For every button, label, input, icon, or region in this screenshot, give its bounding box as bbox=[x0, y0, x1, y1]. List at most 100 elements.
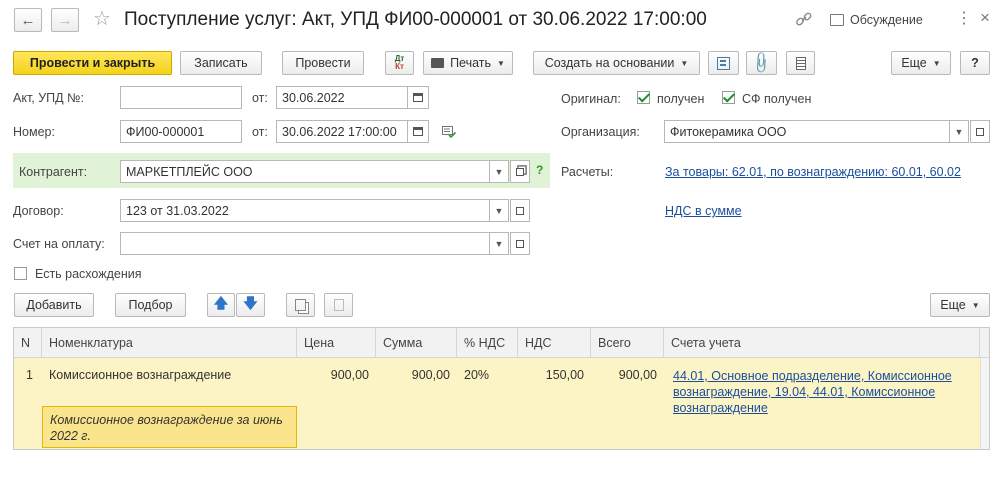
chevron-down-icon: ▼ bbox=[494, 205, 504, 216]
table-header: N Номенклатура Цена Сумма % НДС НДС Всег… bbox=[14, 328, 989, 358]
help-button[interactable]: ? bbox=[960, 51, 990, 75]
settlements-label: Расчеты: bbox=[561, 165, 614, 179]
contract-label: Договор: bbox=[13, 204, 64, 218]
column-header-n[interactable]: N bbox=[14, 328, 42, 358]
paste-icon bbox=[333, 299, 344, 311]
discrepancy-checkbox[interactable] bbox=[14, 267, 27, 280]
invoice-input[interactable] bbox=[120, 232, 490, 255]
open-window-icon bbox=[516, 239, 524, 248]
close-icon[interactable]: × bbox=[980, 9, 990, 27]
print-button[interactable]: Печать ▼ bbox=[423, 51, 513, 75]
move-up-button[interactable]: 🡅 bbox=[207, 293, 235, 317]
post-button[interactable]: Провести bbox=[282, 51, 364, 75]
document-icon bbox=[795, 56, 806, 70]
create-based-on-button[interactable]: Создать на основании ▼ bbox=[533, 51, 700, 75]
copy-icon bbox=[295, 299, 306, 311]
goods-table: N Номенклатура Цена Сумма % НДС НДС Всег… bbox=[13, 327, 990, 450]
act-number-input[interactable] bbox=[120, 86, 242, 109]
original-received-label: получен bbox=[657, 92, 705, 106]
add-row-button[interactable]: Добавить bbox=[14, 293, 94, 317]
arrow-down-icon: 🡇 bbox=[243, 295, 258, 311]
attach-button[interactable]: 📎 bbox=[746, 51, 777, 76]
status-check-icon[interactable] bbox=[442, 126, 457, 139]
dt-kt-button[interactable]: Дт Кт bbox=[385, 51, 414, 75]
row-total[interactable]: 900,00 bbox=[591, 368, 657, 382]
chevron-down-icon: ▼ bbox=[954, 126, 964, 137]
paste-row-button[interactable] bbox=[324, 293, 353, 317]
number-date-calendar-button[interactable] bbox=[407, 120, 429, 143]
column-header-sum[interactable]: Сумма bbox=[376, 328, 457, 358]
page-title: Поступление услуг: Акт, УПД ФИ00-000001 … bbox=[124, 9, 707, 30]
contract-dropdown-button[interactable]: ▼ bbox=[489, 199, 509, 222]
chevron-down-icon: ▼ bbox=[494, 166, 504, 177]
row-number: 1 bbox=[26, 368, 33, 382]
sf-received-checkbox[interactable] bbox=[722, 91, 735, 104]
link-icon[interactable] bbox=[795, 12, 813, 28]
chevron-down-icon: ▼ bbox=[932, 58, 941, 68]
move-down-button[interactable]: 🡇 bbox=[236, 293, 265, 317]
column-header-total[interactable]: Всего bbox=[591, 328, 664, 358]
invoice-dropdown-button[interactable]: ▼ bbox=[489, 232, 509, 255]
column-header-accounts[interactable]: Счета учета bbox=[664, 328, 980, 358]
row-vat-rate[interactable]: 20% bbox=[464, 368, 489, 382]
row-price[interactable]: 900,00 bbox=[297, 368, 369, 382]
arrow-up-icon: 🡅 bbox=[213, 295, 229, 311]
number-date-input[interactable]: 30.06.2022 17:00:00 bbox=[276, 120, 408, 143]
vat-in-sum-link[interactable]: НДС в сумме bbox=[665, 204, 742, 218]
forward-button[interactable]: → bbox=[51, 8, 79, 32]
structure-icon bbox=[717, 56, 730, 70]
act-date-calendar-button[interactable] bbox=[407, 86, 429, 109]
save-button[interactable]: Записать bbox=[180, 51, 262, 75]
pick-button[interactable]: Подбор bbox=[115, 293, 186, 317]
counterparty-open-button[interactable] bbox=[510, 160, 530, 183]
number-input[interactable]: ФИ00-000001 bbox=[120, 120, 242, 143]
row-vat[interactable]: 150,00 bbox=[518, 368, 584, 382]
column-header-nomenclature[interactable]: Номенклатура bbox=[42, 328, 297, 358]
original-label: Оригинал: bbox=[561, 92, 621, 106]
organization-input[interactable]: Фитокерамика ООО bbox=[664, 120, 950, 143]
table-row[interactable]: 1 Комиссионное вознаграждение 900,00 900… bbox=[14, 358, 980, 449]
row-accounts-link[interactable]: 44.01, Основное подразделение, Комиссион… bbox=[673, 368, 969, 416]
favorite-star-icon[interactable]: ☆ bbox=[93, 8, 111, 30]
column-header-price[interactable]: Цена bbox=[297, 328, 376, 358]
organization-open-button[interactable] bbox=[970, 120, 990, 143]
contract-input[interactable]: 123 от 31.03.2022 bbox=[120, 199, 490, 222]
row-content-field[interactable]: Комиссионное вознаграждение за июнь 2022… bbox=[42, 406, 297, 448]
more-label: Еще bbox=[901, 56, 927, 70]
organization-dropdown-button[interactable]: ▼ bbox=[949, 120, 969, 143]
chat-icon bbox=[830, 14, 844, 26]
table-scrollbar[interactable] bbox=[980, 358, 989, 449]
more-button[interactable]: Еще ▼ bbox=[891, 51, 951, 75]
back-button[interactable]: ← bbox=[14, 8, 42, 32]
counterparty-dropdown-button[interactable]: ▼ bbox=[489, 160, 509, 183]
counterparty-help-icon[interactable]: ? bbox=[536, 163, 543, 177]
more-vertical-icon[interactable]: ⋮ bbox=[956, 10, 972, 28]
invoice-open-button[interactable] bbox=[510, 232, 530, 255]
row-sum[interactable]: 900,00 bbox=[376, 368, 450, 382]
discuss-button[interactable]: Обсуждение bbox=[830, 13, 923, 27]
column-header-vat-rate[interactable]: % НДС bbox=[457, 328, 518, 358]
arrow-right-icon: → bbox=[57, 11, 73, 29]
arrow-left-icon: ← bbox=[20, 11, 36, 29]
settlements-link[interactable]: За товары: 62.01, по вознаграждению: 60.… bbox=[665, 165, 961, 179]
row-nomenclature[interactable]: Комиссионное вознаграждение bbox=[49, 368, 231, 382]
list-button[interactable] bbox=[786, 51, 815, 75]
structure-button[interactable] bbox=[708, 51, 739, 75]
table-more-button[interactable]: Еще ▼ bbox=[930, 293, 990, 317]
contract-open-button[interactable] bbox=[510, 199, 530, 222]
sf-received-label: СФ получен bbox=[742, 92, 812, 106]
discuss-label: Обсуждение bbox=[850, 13, 923, 27]
open-window-icon bbox=[516, 167, 524, 176]
counterparty-input[interactable]: МАРКЕТПЛЕЙС ООО bbox=[120, 160, 490, 183]
post-and-close-button[interactable]: Провести и закрыть bbox=[13, 51, 172, 75]
original-received-checkbox[interactable] bbox=[637, 91, 650, 104]
copy-row-button[interactable] bbox=[286, 293, 315, 317]
column-header-vat[interactable]: НДС bbox=[518, 328, 591, 358]
counterparty-label: Контрагент: bbox=[19, 165, 88, 179]
act-date-input[interactable]: 30.06.2022 bbox=[276, 86, 408, 109]
chevron-down-icon: ▼ bbox=[497, 58, 505, 68]
open-window-icon bbox=[516, 206, 524, 215]
calendar-icon bbox=[413, 93, 423, 102]
organization-label: Организация: bbox=[561, 125, 640, 139]
discrepancy-label: Есть расхождения bbox=[35, 267, 142, 281]
